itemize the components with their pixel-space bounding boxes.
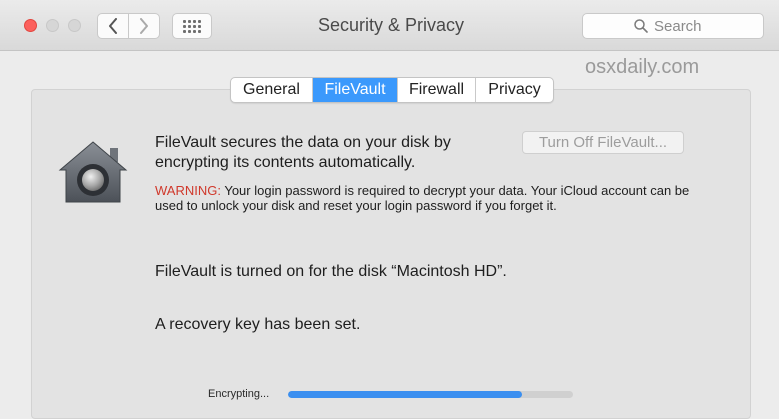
close-button[interactable] (24, 19, 37, 32)
minimize-button[interactable] (46, 19, 59, 32)
filevault-description: FileVault secures the data on your disk … (155, 134, 451, 171)
encryption-progress-bar (288, 391, 573, 398)
zoom-button[interactable] (68, 19, 81, 32)
encrypting-label: Encrypting... (208, 388, 270, 400)
recovery-key-status: A recovery key has been set. (155, 316, 361, 333)
search-input[interactable] (654, 17, 712, 35)
warning-label: WARNING: (155, 183, 221, 198)
warning-text: Your login password is required to decry… (155, 183, 690, 213)
show-all-button[interactable] (172, 13, 212, 39)
encryption-progress-fill (288, 391, 522, 398)
back-button[interactable] (97, 13, 129, 39)
forward-button[interactable] (128, 13, 160, 39)
filevault-house-icon (58, 141, 128, 203)
search-icon (634, 19, 648, 33)
filevault-status: FileVault is turned on for the disk “Mac… (155, 263, 507, 280)
window-title: Security & Privacy (317, 15, 465, 35)
grid-icon (183, 19, 201, 33)
tab-filevault[interactable]: FileVault (313, 78, 398, 102)
tab-privacy[interactable]: Privacy (476, 78, 553, 102)
chevron-right-icon (140, 18, 148, 34)
tab-general[interactable]: General (231, 78, 313, 102)
search-field[interactable] (582, 13, 764, 39)
watermark: osxdaily.com (585, 56, 700, 78)
tab-bar: General FileVault Firewall Privacy (230, 77, 554, 103)
chevron-left-icon (109, 18, 117, 34)
tab-firewall[interactable]: Firewall (398, 78, 476, 102)
title-bar: Security & Privacy (0, 0, 779, 51)
warning-message: WARNING: Your login password is required… (155, 183, 695, 213)
turn-off-filevault-button[interactable]: Turn Off FileVault... (522, 131, 684, 154)
